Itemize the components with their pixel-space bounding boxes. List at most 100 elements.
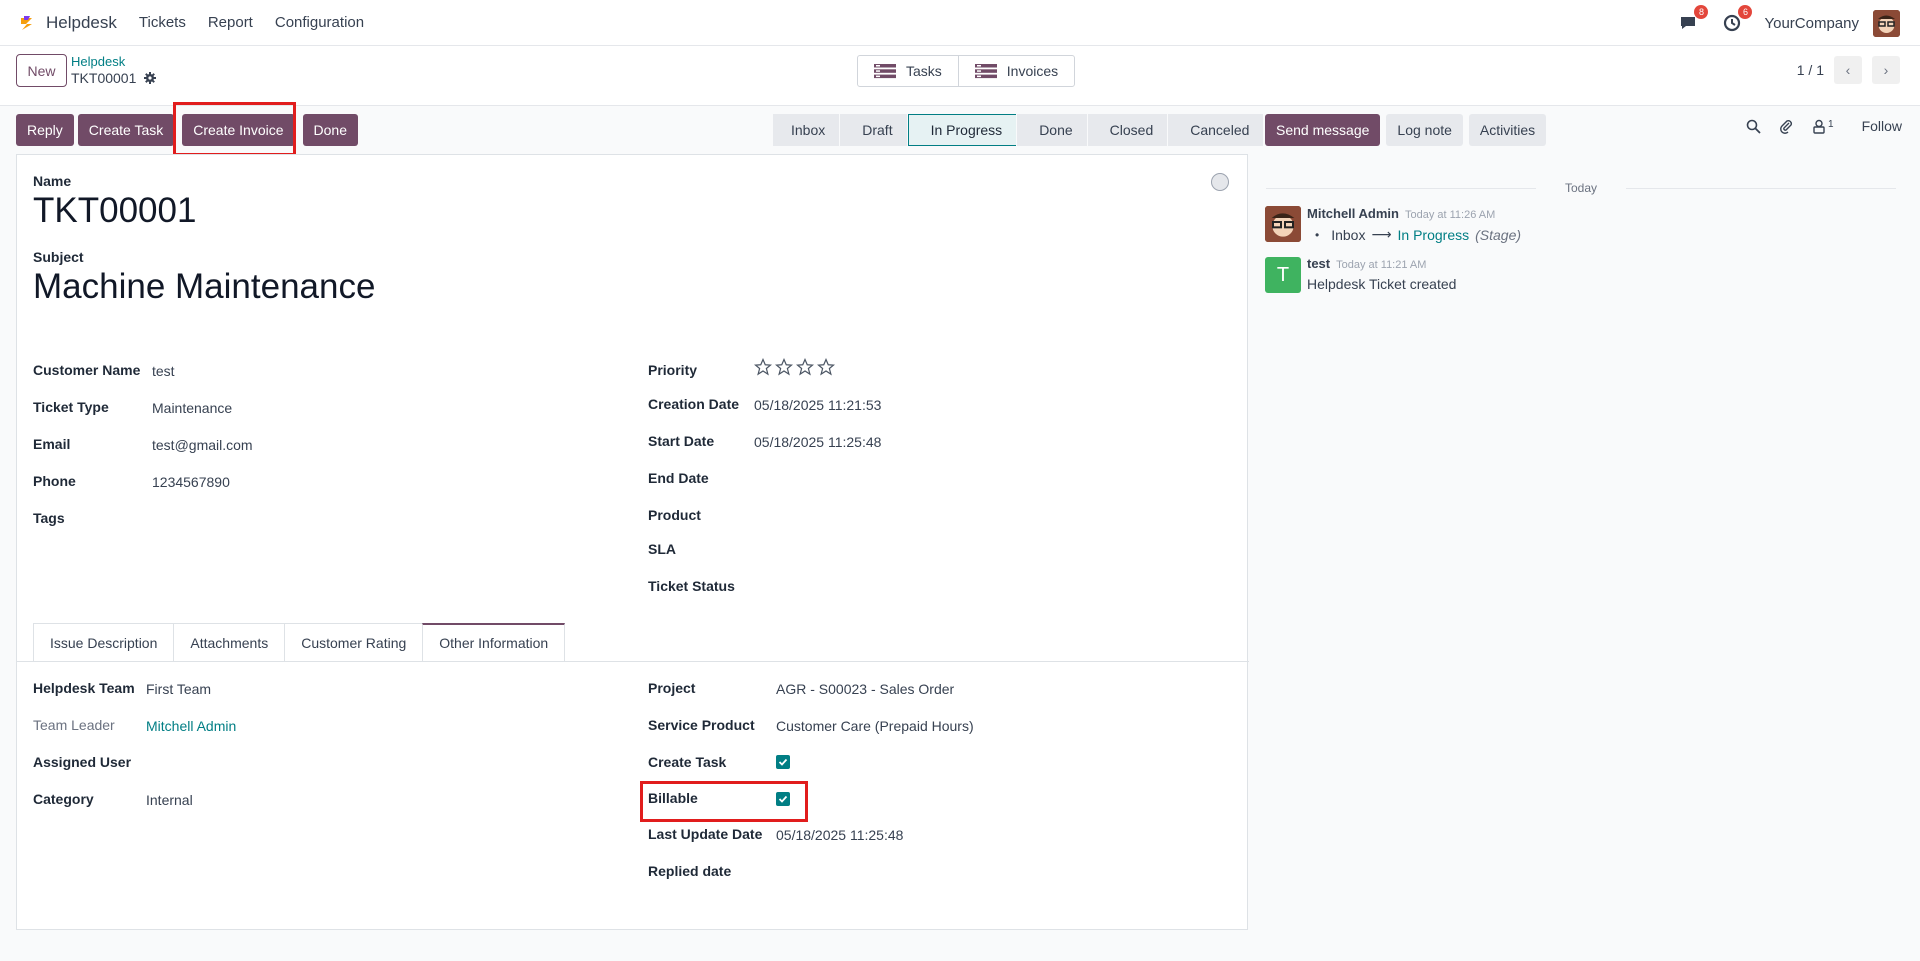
log-note-button[interactable]: Log note <box>1386 114 1463 146</box>
stage-draft[interactable]: Draft <box>840 114 907 146</box>
ticket-type-value[interactable]: Maintenance <box>152 400 232 416</box>
stage-closed[interactable]: Closed <box>1087 114 1168 146</box>
ticket-subject[interactable]: Machine Maintenance <box>33 267 375 307</box>
star-icon[interactable] <box>754 358 772 376</box>
pager-value[interactable]: 1 / 1 <box>1797 62 1824 78</box>
tasks-smart-button[interactable]: Tasks <box>858 56 958 86</box>
star-icon[interactable] <box>796 358 814 376</box>
tab-attachments[interactable]: Attachments <box>173 623 286 661</box>
pager: 1 / 1 ‹ › <box>1797 56 1900 84</box>
menu-configuration[interactable]: Configuration <box>275 14 364 31</box>
phone-value[interactable]: 1234567890 <box>152 474 230 490</box>
product-label: Product <box>648 507 701 523</box>
phone-label: Phone <box>33 473 76 489</box>
activities-button[interactable]: 6 <box>1720 5 1753 35</box>
service-product-label: Service Product <box>648 717 755 733</box>
company-switcher[interactable]: YourCompany <box>1764 15 1859 32</box>
invoices-smart-button[interactable]: Invoices <box>957 56 1074 86</box>
search-icon[interactable] <box>1746 119 1761 134</box>
breadcrumb-current: TKT00001 <box>71 70 157 86</box>
invoices-smart-button-label: Invoices <box>1006 63 1059 79</box>
avatar-initial: T <box>1276 263 1290 286</box>
message-time: Today at 11:21 AM <box>1336 259 1427 271</box>
tab-issue-description[interactable]: Issue Description <box>33 623 175 661</box>
tab-customer-rating[interactable]: Customer Rating <box>284 623 424 661</box>
service-product-value[interactable]: Customer Care (Prepaid Hours) <box>776 718 974 734</box>
user-avatar[interactable] <box>1873 9 1900 37</box>
start-date-label: Start Date <box>648 433 715 449</box>
mitchell-avatar-icon <box>1265 206 1301 242</box>
pager-next-button[interactable]: › <box>1872 56 1900 84</box>
follow-button[interactable]: Follow <box>1862 118 1902 134</box>
tasks-smart-button-label: Tasks <box>906 63 942 79</box>
gear-icon[interactable] <box>144 72 157 84</box>
priority-stars[interactable] <box>754 358 835 376</box>
message-body: Helpdesk Ticket created <box>1307 276 1457 292</box>
paperclip-icon[interactable] <box>1779 119 1794 134</box>
activities-button[interactable]: Activities <box>1468 114 1547 146</box>
create-task-button[interactable]: Create Task <box>77 114 175 146</box>
invoices-icon <box>974 64 997 79</box>
start-date-value[interactable]: 05/18/2025 11:25:48 <box>754 434 881 450</box>
project-value[interactable]: AGR - S00023 - Sales Order <box>776 681 954 697</box>
app-name[interactable]: Helpdesk <box>46 13 117 33</box>
customer-name-label: Customer Name <box>33 362 141 378</box>
ticket-name[interactable]: TKT00001 <box>33 191 196 231</box>
stage-inbox[interactable]: Inbox <box>773 114 840 146</box>
menu-report[interactable]: Report <box>208 14 253 31</box>
email-value[interactable]: test@gmail.com <box>152 437 253 453</box>
followers-button[interactable]: 1 <box>1812 119 1834 134</box>
create-task-checkbox[interactable] <box>776 755 790 769</box>
activities-badge: 6 <box>1738 5 1753 19</box>
user-avatar-icon <box>1873 9 1900 37</box>
done-button[interactable]: Done <box>302 114 358 146</box>
creation-date-value[interactable]: 05/18/2025 11:21:53 <box>754 397 881 413</box>
last-update-date-value[interactable]: 05/18/2025 11:25:48 <box>776 827 903 843</box>
team-leader-label: Team Leader <box>33 717 115 733</box>
category-label: Category <box>33 791 94 807</box>
helpdesk-team-label: Helpdesk Team <box>33 680 135 696</box>
tracking-change: • Inbox ⟶ In Progress (Stage) <box>1315 226 1521 243</box>
star-icon[interactable] <box>775 358 793 376</box>
check-icon <box>778 758 788 766</box>
feed-day-separator: Today <box>1266 181 1896 195</box>
menu-tickets[interactable]: Tickets <box>139 14 186 31</box>
category-value[interactable]: Internal <box>146 792 193 808</box>
ticket-type-label: Ticket Type <box>33 399 109 415</box>
clock-icon <box>1724 14 1741 32</box>
notebook-tabs: Issue Description Attachments Customer R… <box>33 623 566 661</box>
sla-label: SLA <box>648 541 676 557</box>
message-author: test Today at 11:21 AM <box>1307 256 1426 271</box>
send-message-button[interactable]: Send message <box>1265 114 1381 146</box>
message-author-name[interactable]: test <box>1307 256 1330 271</box>
stage-done[interactable]: Done <box>1017 114 1087 146</box>
avatar[interactable]: T <box>1265 257 1301 293</box>
new-button[interactable]: New <box>16 54 67 87</box>
messages-badge: 8 <box>1694 5 1709 19</box>
helpdesk-logo-icon[interactable] <box>18 14 36 32</box>
control-panel: New Helpdesk TKT00001 Tasks Invoices 1 /… <box>0 46 1920 106</box>
chevron-left-icon: ‹ <box>1845 62 1851 78</box>
avatar[interactable] <box>1265 206 1301 242</box>
pager-previous-button[interactable]: ‹ <box>1834 56 1862 84</box>
stage-in-progress[interactable]: In Progress <box>907 114 1017 146</box>
message-author-name[interactable]: Mitchell Admin <box>1307 206 1399 221</box>
star-icon[interactable] <box>817 358 835 376</box>
bullet: • <box>1315 227 1320 242</box>
team-leader-value[interactable]: Mitchell Admin <box>146 718 236 734</box>
tab-other-information[interactable]: Other Information <box>422 623 566 661</box>
reply-button[interactable]: Reply <box>16 114 74 146</box>
breadcrumb-current-label: TKT00001 <box>71 70 137 86</box>
last-update-date-label: Last Update Date <box>648 826 763 842</box>
stage-canceled[interactable]: Canceled <box>1168 114 1264 146</box>
helpdesk-team-value[interactable]: First Team <box>146 681 211 697</box>
messages-button[interactable]: 8 <box>1676 5 1709 35</box>
kanban-state-indicator[interactable] <box>1211 173 1229 191</box>
tracking-old-value: Inbox <box>1331 226 1366 243</box>
replied-date-label: Replied date <box>648 863 732 879</box>
smart-buttons: Tasks Invoices <box>857 55 1076 87</box>
assigned-user-label: Assigned User <box>33 754 132 770</box>
tracking-field-name: (Stage) <box>1475 226 1522 243</box>
customer-name-value[interactable]: test <box>152 363 175 379</box>
breadcrumb-parent[interactable]: Helpdesk <box>71 54 125 69</box>
